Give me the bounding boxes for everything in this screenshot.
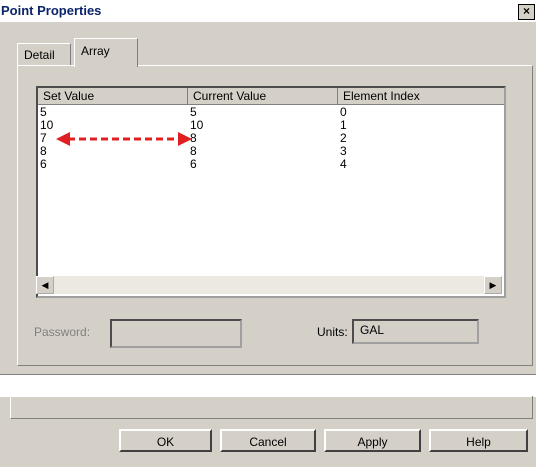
units-field[interactable]: GAL [352,319,479,344]
lower-panel-edge [10,396,533,419]
password-label: Password: [34,325,91,339]
horizontal-scrollbar[interactable]: ◀ ▶ [36,276,502,294]
double-arrow-annotation [56,132,192,146]
row-4-current-value[interactable]: 6 [190,158,197,171]
row-4-element-index[interactable]: 4 [340,158,347,171]
column-header-current-value[interactable]: Current Value [188,88,338,105]
apply-button[interactable]: Apply [324,429,421,452]
ok-button[interactable]: OK [119,429,212,452]
scroll-left-icon[interactable]: ◀ [36,276,54,294]
image-tear-divider [0,374,536,397]
password-field[interactable] [110,319,242,348]
help-button[interactable]: Help [429,429,528,452]
units-label: Units: [317,325,348,339]
tab-array[interactable]: Array [74,38,138,67]
column-header-set-value[interactable]: Set Value [38,88,188,105]
tab-detail[interactable]: Detail [17,43,71,66]
array-list[interactable]: Set Value Current Value Element Index 5 … [36,86,506,298]
scroll-right-icon[interactable]: ▶ [484,276,502,294]
row-4-set-value[interactable]: 6 [40,158,47,171]
column-header-element-index[interactable]: Element Index [338,88,504,105]
cancel-button[interactable]: Cancel [220,429,316,452]
title-bar: Point Properties × [0,0,536,22]
close-button[interactable]: × [518,4,535,20]
window-title: Point Properties [1,3,102,18]
